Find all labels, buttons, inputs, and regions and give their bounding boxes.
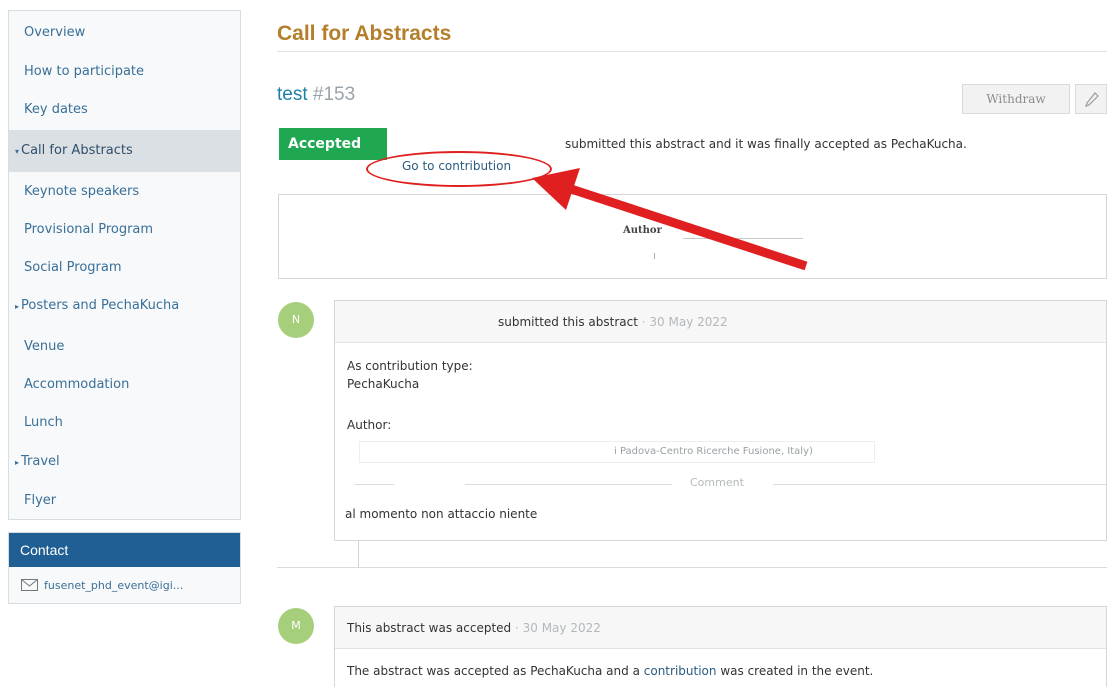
timeline-entry-accepted: This abstract was accepted · 30 May 2022… [334, 606, 1107, 687]
comment-text: al momento non attaccio niente [345, 507, 538, 521]
timeline-entry-header: This abstract was accepted · 30 May 2022 [335, 607, 1106, 649]
sidebar-item-label: Social Program [24, 260, 122, 275]
sidebar-item-travel[interactable]: ▸ Travel [9, 444, 240, 480]
timeline-entry-action: This abstract was accepted · 30 May 2022 [347, 607, 601, 649]
annotation-highlight-oval [366, 151, 552, 187]
sidebar-item-accommodation[interactable]: Accommodation [9, 367, 240, 403]
accepted-message-suffix: was created in the event. [720, 664, 874, 678]
sidebar-item-label: Travel [21, 454, 60, 469]
sidebar-item-social-program[interactable]: Social Program [9, 250, 240, 286]
contact-box: Contact fusenet_phd_event@igi... [8, 532, 241, 604]
sidebar-item-posters-and-pechakucha[interactable]: ▸ Posters and PechaKucha [9, 288, 240, 324]
sidebar-item-label: Posters and PechaKucha [21, 298, 180, 313]
comment-divider [773, 484, 1107, 485]
chevron-right-icon: ▸ [15, 458, 20, 467]
author-affiliation: i Padova-Centro Ricerche Fusione, Italy) [614, 446, 813, 457]
comment-heading: Comment [690, 476, 744, 489]
edit-button[interactable] [1075, 84, 1107, 114]
sidebar-item-label: Key dates [24, 102, 88, 117]
title-divider [277, 51, 1107, 52]
sidebar-item-provisional-program[interactable]: Provisional Program [9, 212, 240, 248]
sidebar-item-label: Provisional Program [24, 222, 154, 237]
sidebar-item-call-for-abstracts[interactable]: ▾ Call for Abstracts [9, 130, 240, 172]
pencil-icon [1085, 92, 1099, 107]
accepted-message-prefix: The abstract was accepted as PechaKucha … [347, 664, 640, 678]
sidebar-item-lunch[interactable]: Lunch [9, 405, 240, 441]
sidebar-item-label: How to participate [24, 64, 145, 79]
timeline-entry-date: · 30 May 2022 [641, 315, 728, 329]
sidebar-item-label: Flyer [24, 493, 57, 508]
status-message: submitted this abstract and it was final… [565, 137, 967, 151]
author-label: Author: [347, 418, 392, 432]
timeline-entry-date: · 30 May 2022 [514, 621, 601, 635]
timeline-entry-action-text: This abstract was accepted [347, 621, 512, 635]
sidebar-item-overview[interactable]: Overview [9, 15, 240, 51]
status-badge: Accepted [279, 128, 387, 160]
sidebar-item-venue[interactable]: Venue [9, 329, 240, 365]
contribution-type-value: PechaKucha [347, 377, 420, 391]
abstract-title-text: test [277, 84, 308, 105]
event-sidebar: Overview How to participate Key dates ▾ C… [8, 10, 241, 520]
timeline-entry-header: submitted this abstract · 30 May 2022 [335, 301, 1106, 343]
abstract-title: test #153 [277, 84, 355, 106]
contact-email: fusenet_phd_event@igi... [44, 578, 184, 592]
abstract-number: #153 [312, 84, 356, 105]
sidebar-item-how-to-participate[interactable]: How to participate [9, 54, 240, 90]
page-title: Call for Abstracts [277, 22, 452, 45]
timeline-connector [358, 540, 359, 567]
contribution-link[interactable]: contribution [644, 664, 717, 678]
sidebar-item-label: Keynote speakers [24, 184, 140, 199]
sidebar-item-label: Venue [24, 339, 65, 354]
sidebar-item-label: Overview [24, 25, 86, 40]
contact-email-link[interactable]: fusenet_phd_event@igi... [9, 567, 240, 603]
sidebar-item-flyer[interactable]: Flyer [9, 483, 240, 519]
timeline-separator [277, 567, 1107, 568]
chevron-right-icon: ▸ [15, 302, 20, 311]
comment-divider [465, 484, 672, 485]
timeline-entry-body: The abstract was accepted as PechaKucha … [347, 664, 873, 678]
timeline-entry-submitted: submitted this abstract · 30 May 2022 As… [334, 300, 1107, 541]
author-field: i Padova-Centro Ricerche Fusione, Italy) [359, 441, 875, 463]
sidebar-item-label: Lunch [24, 415, 63, 430]
avatar: M [278, 608, 314, 644]
timeline-entry-action: submitted this abstract · 30 May 2022 [498, 301, 728, 343]
timeline-entry-action-text: submitted this abstract [498, 315, 638, 329]
comment-divider [354, 484, 394, 485]
annotation-arrow-icon [532, 168, 808, 271]
sidebar-item-label: Accommodation [24, 377, 130, 392]
sidebar-item-keynote-speakers[interactable]: Keynote speakers [9, 174, 240, 210]
withdraw-button[interactable]: Withdraw [962, 84, 1070, 114]
avatar: N [278, 302, 314, 338]
sidebar-item-label: Call for Abstracts [21, 143, 133, 158]
contribution-type-label: As contribution type: [347, 359, 473, 373]
contact-title: Contact [9, 533, 240, 567]
envelope-icon [21, 579, 38, 591]
chevron-down-icon: ▾ [15, 147, 20, 156]
sidebar-item-key-dates[interactable]: Key dates [9, 92, 240, 128]
